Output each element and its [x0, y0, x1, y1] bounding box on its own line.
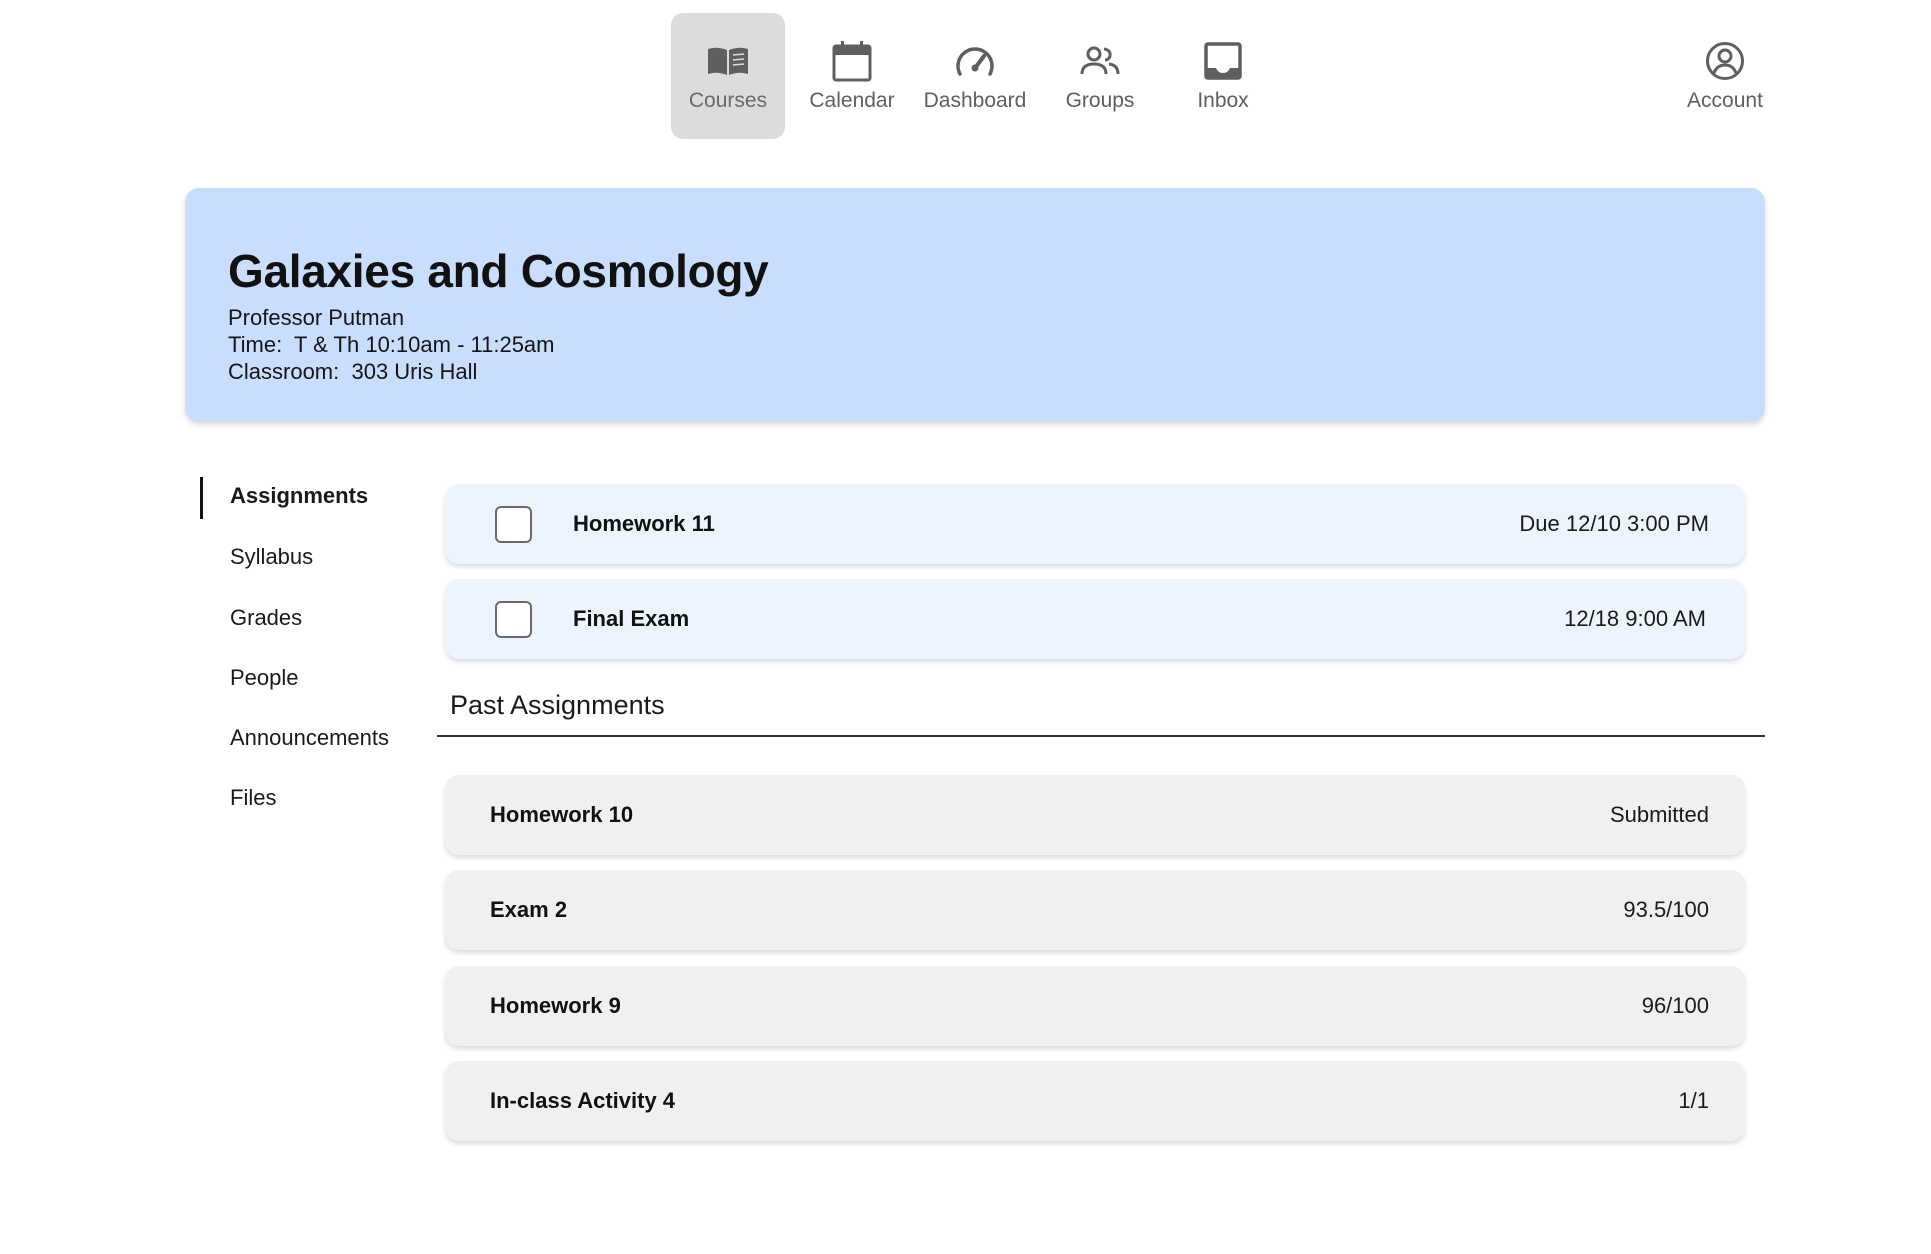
- past-assignment-score: 93.5/100: [1623, 897, 1709, 922]
- sidebar-item-announcements[interactable]: Announcements: [230, 725, 389, 751]
- nav-inbox[interactable]: Inbox: [1166, 13, 1280, 139]
- past-assignment-title: Homework 9: [490, 993, 621, 1018]
- nav-account-label: Account: [1687, 89, 1763, 112]
- nav-courses[interactable]: Courses: [671, 13, 785, 139]
- sidebar-item-people[interactable]: People: [230, 665, 299, 691]
- section-divider: [437, 735, 1765, 737]
- assignment-title: Homework 11: [573, 511, 715, 536]
- assignment-card[interactable]: Homework 11 Due 12/10 3:00 PM: [445, 484, 1745, 564]
- assignment-checkbox[interactable]: [495, 601, 532, 638]
- sidebar-item-assignments[interactable]: Assignments: [230, 483, 368, 509]
- past-assignment-status: Submitted: [1609, 802, 1709, 827]
- top-navigation: Courses Calendar Dashboard Groups Inbox …: [0, 0, 1931, 150]
- past-assignment-card[interactable]: Homework 10 Submitted: [445, 775, 1745, 855]
- past-assignment-score: 1/1: [1678, 1088, 1709, 1113]
- nav-inbox-label: Inbox: [1197, 89, 1249, 112]
- past-assignment-card[interactable]: Homework 9 96/100: [445, 966, 1745, 1046]
- speedometer-icon: [951, 39, 999, 83]
- nav-courses-label: Courses: [688, 89, 768, 112]
- course-classroom: Classroom: 303 Uris Hall: [228, 359, 478, 384]
- past-assignment-title: In-class Activity 4: [490, 1088, 676, 1113]
- past-assignment-card[interactable]: Exam 2 93.5/100: [445, 870, 1745, 950]
- active-indicator: [200, 477, 203, 519]
- assignment-checkbox[interactable]: [495, 506, 532, 543]
- past-assignment-title: Homework 10: [490, 802, 634, 827]
- past-assignment-score: 96/100: [1641, 993, 1709, 1018]
- book-icon: [704, 39, 752, 83]
- past-assignments-heading: Past Assignments: [450, 690, 665, 720]
- nav-account[interactable]: Account: [1668, 13, 1782, 139]
- assignment-due: 12/18 9:00 AM: [1564, 606, 1706, 631]
- people-icon: [1076, 39, 1124, 83]
- sidebar-item-grades[interactable]: Grades: [230, 605, 302, 631]
- sidebar-item-files[interactable]: Files: [230, 785, 276, 811]
- nav-calendar-label: Calendar: [809, 89, 895, 112]
- past-assignment-title: Exam 2: [490, 897, 568, 922]
- nav-dashboard[interactable]: Dashboard: [918, 13, 1032, 139]
- assignment-title: Final Exam: [573, 606, 690, 631]
- past-assignment-card[interactable]: In-class Activity 4 1/1: [445, 1061, 1745, 1141]
- course-header: Galaxies and Cosmology Professor Putman …: [185, 188, 1765, 422]
- nav-groups[interactable]: Groups: [1043, 13, 1157, 139]
- course-time: Time: T & Th 10:10am - 11:25am: [228, 332, 555, 357]
- nav-groups-label: Groups: [1065, 89, 1135, 112]
- nav-dashboard-label: Dashboard: [923, 89, 1027, 112]
- sidebar-item-syllabus[interactable]: Syllabus: [230, 544, 313, 570]
- inbox-icon: [1199, 39, 1247, 83]
- course-professor: Professor Putman: [228, 305, 405, 330]
- assignment-due: Due 12/10 3:00 PM: [1519, 511, 1709, 536]
- calendar-icon: [828, 39, 876, 83]
- assignment-card[interactable]: Final Exam 12/18 9:00 AM: [445, 579, 1745, 659]
- course-title: Galaxies and Cosmology: [228, 245, 769, 297]
- nav-calendar[interactable]: Calendar: [795, 13, 909, 139]
- account-icon: [1701, 39, 1749, 83]
